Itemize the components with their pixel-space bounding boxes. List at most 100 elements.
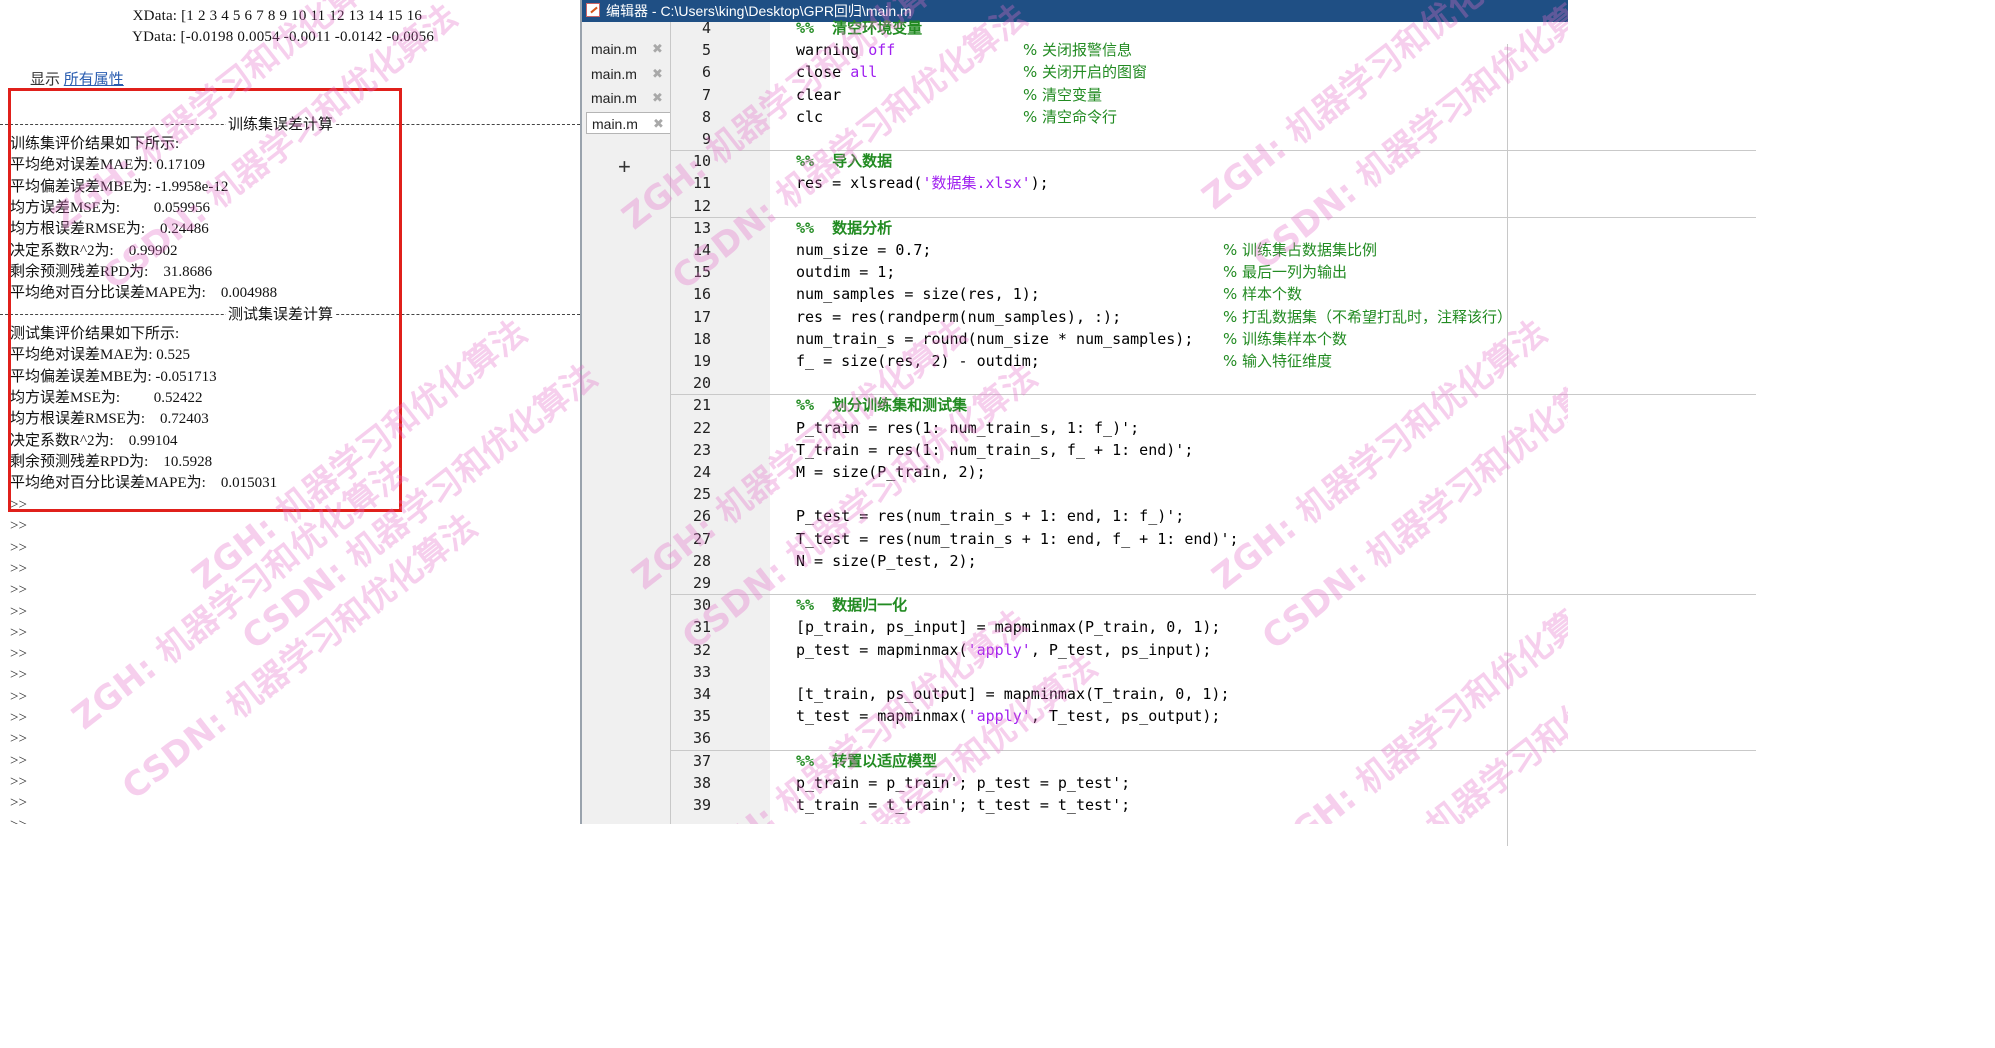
code-line: 26 P_test = res(num_train_s + 1: end, 1: … xyxy=(693,505,1568,527)
code-line: 5 warning off % 关闭报警信息 xyxy=(702,39,1568,61)
line-number: 13 xyxy=(692,218,711,237)
comment: % 打乱数据集（不希望打乱时，注释该行） xyxy=(1223,307,1513,326)
command-window[interactable]: XData: [1 2 3 4 5 6 7 8 9 10 11 12 13 14… xyxy=(0,0,580,824)
code-area[interactable]: 4 %% 清空环境变量 5 warning off % 关闭报警信息 6 close all… xyxy=(671,19,1756,846)
code-text: P_test = res(num_train_s + 1: end, 1: f_… xyxy=(796,507,1185,526)
line-number: 21 xyxy=(692,396,711,415)
code-line: 13 %% 数据分析 xyxy=(671,216,1756,239)
section-title: %% 导入数据 xyxy=(796,152,893,171)
line-number: 19 xyxy=(692,352,711,370)
code-text: clc xyxy=(796,107,824,126)
file-tab[interactable]: main.m ✖ xyxy=(586,87,670,109)
document-tabs: + main.m ✖ main.m ✖ main.m ✖ main.m ✖ xyxy=(582,22,671,824)
line-number: 15 xyxy=(692,263,711,282)
code-line: 14 num_size = 0.7; % 训练集占数据集比例 xyxy=(693,239,1568,261)
comment: % 关闭报警信息 xyxy=(1023,41,1133,60)
close-tab-icon[interactable]: ✖ xyxy=(652,87,663,109)
code-text: close all xyxy=(796,63,878,82)
command-prompt[interactable]: >> xyxy=(10,538,27,559)
close-tab-icon[interactable]: ✖ xyxy=(653,113,664,135)
command-prompt[interactable]: >> xyxy=(10,580,27,601)
command-prompt[interactable]: >> xyxy=(10,729,27,750)
code-line: 23 T_train = res(1: num_train_s, f_ + 1: … xyxy=(693,439,1568,461)
command-prompt[interactable]: >> xyxy=(10,815,27,825)
command-prompt[interactable]: >> xyxy=(10,602,27,623)
line-number: 29 xyxy=(692,574,711,592)
code-line: 15 outdim = 1; % 最后一列为输出 xyxy=(693,261,1568,283)
code-text: num_samples = size(res, 1); xyxy=(796,285,1040,304)
output-line: XData: [1 2 3 4 5 6 7 8 9 10 11 12 13 14… xyxy=(105,8,423,24)
code-line: 24 M = size(P_train, 2); xyxy=(693,461,1568,483)
code-text: p_train = p_train'; p_test = p_test'; xyxy=(796,773,1131,792)
line-number: 24 xyxy=(692,463,711,481)
command-prompt[interactable]: >> xyxy=(10,559,27,580)
code-line: 18 num_train_s = round(num_size * num_sam… xyxy=(693,328,1568,350)
code-line: 34 [t_train, ps_output] = mapminmax(T_tra… xyxy=(693,683,1568,705)
command-prompt[interactable]: >> xyxy=(10,751,27,772)
code-line: 39 t_train = t_train'; t_test = t_test'; xyxy=(693,794,1568,816)
editor-window: 编辑器 - C:\Users\king\Desktop\GPR回归\main.m… xyxy=(582,0,1756,846)
show-label: 显示 xyxy=(30,72,64,88)
command-prompt[interactable]: >> xyxy=(10,687,27,708)
highlight-box xyxy=(8,88,402,512)
code-text: t_train = t_train'; t_test = t_test'; xyxy=(796,796,1131,814)
command-prompt[interactable]: >> xyxy=(10,644,27,665)
code-line: 7 clear % 清空变量 xyxy=(702,84,1568,106)
command-prompt[interactable]: >> xyxy=(10,708,27,729)
section-title: %% 清空环境变量 xyxy=(796,19,923,37)
code-line: 36 xyxy=(693,727,1568,749)
command-prompt[interactable]: >> xyxy=(10,623,27,644)
code-line: 29 xyxy=(693,572,1568,594)
code-line: 30 %% 数据归一化 xyxy=(671,594,1756,616)
code-text: %% 数据归一化 xyxy=(796,594,907,616)
new-tab-button[interactable]: + xyxy=(618,156,631,178)
code-line: 19 f_ = size(res, 2) - outdim; % 输入特征维度 xyxy=(693,350,1568,372)
code-line: 20 xyxy=(693,372,1568,394)
close-tab-icon[interactable]: ✖ xyxy=(652,38,663,60)
line-number: 28 xyxy=(692,551,711,570)
comment: % 最后一列为输出 xyxy=(1223,263,1348,282)
code-line: 11 res = xlsread('数据集.xlsx'); xyxy=(693,172,1568,194)
file-tab[interactable]: main.m ✖ xyxy=(586,111,670,135)
code-line: 35 t_test = mapminmax('apply', T_test, ps… xyxy=(693,705,1568,727)
line-number: 33 xyxy=(692,662,711,681)
comment: % 清空变量 xyxy=(1023,85,1103,104)
close-tab-icon[interactable]: ✖ xyxy=(652,63,663,85)
line-number: 10 xyxy=(692,152,711,171)
code-text: warning off xyxy=(796,41,896,60)
code-line: 16 num_samples = size(res, 1); % 样本个数 xyxy=(693,283,1568,305)
code-text: t_test = mapminmax('apply', T_test, ps_o… xyxy=(796,707,1221,726)
command-prompt[interactable]: >> xyxy=(10,665,27,686)
code-text: M = size(P_train, 2); xyxy=(796,463,986,481)
code-text: [t_train, ps_output] = mapminmax(T_train… xyxy=(796,685,1230,703)
line-number: 30 xyxy=(692,596,711,615)
line-number: 20 xyxy=(692,374,711,393)
code-line: 38 p_train = p_train'; p_test = p_test'; xyxy=(693,772,1568,794)
line-number: 14 xyxy=(692,241,711,259)
code-text: %% 划分训练集和测试集 xyxy=(796,394,967,416)
code-line: 25 xyxy=(693,483,1568,505)
code-line: 6 close all % 关闭开启的图窗 xyxy=(702,61,1568,83)
section-title: %% 数据归一化 xyxy=(796,596,908,615)
command-prompt[interactable]: >> xyxy=(10,516,27,537)
code-line: 10 %% 导入数据 xyxy=(671,150,1756,172)
string-literal: 'apply' xyxy=(967,707,1031,726)
code-line: 27 T_test = res(num_train_s + 1: end, f_ … xyxy=(693,528,1568,550)
code-line: 33 xyxy=(693,661,1568,683)
file-tab[interactable]: main.m ✖ xyxy=(586,63,670,85)
command-prompt[interactable]: >> xyxy=(10,793,27,814)
keyword-arg: all xyxy=(850,63,878,82)
line-number: 35 xyxy=(692,707,711,726)
line-number: 23 xyxy=(692,440,711,459)
command-prompt[interactable]: >> xyxy=(10,772,27,793)
code-line: 17 res = res(randperm(num_samples), :); % … xyxy=(693,306,1568,328)
line-number: 34 xyxy=(692,685,711,703)
code-text: res = xlsread('数据集.xlsx'); xyxy=(796,174,1049,193)
code-text: T_train = res(1: num_train_s, f_ + 1: en… xyxy=(796,440,1194,459)
line-number: 6 xyxy=(701,63,711,82)
file-tab[interactable]: main.m ✖ xyxy=(586,38,670,60)
line-number: 39 xyxy=(692,796,711,814)
code-line: 22 P_train = res(1: num_train_s, 1: f_)'; xyxy=(693,417,1568,439)
comment: % 输入特征维度 xyxy=(1223,352,1333,370)
all-properties-link[interactable]: 所有属性 xyxy=(64,72,124,88)
